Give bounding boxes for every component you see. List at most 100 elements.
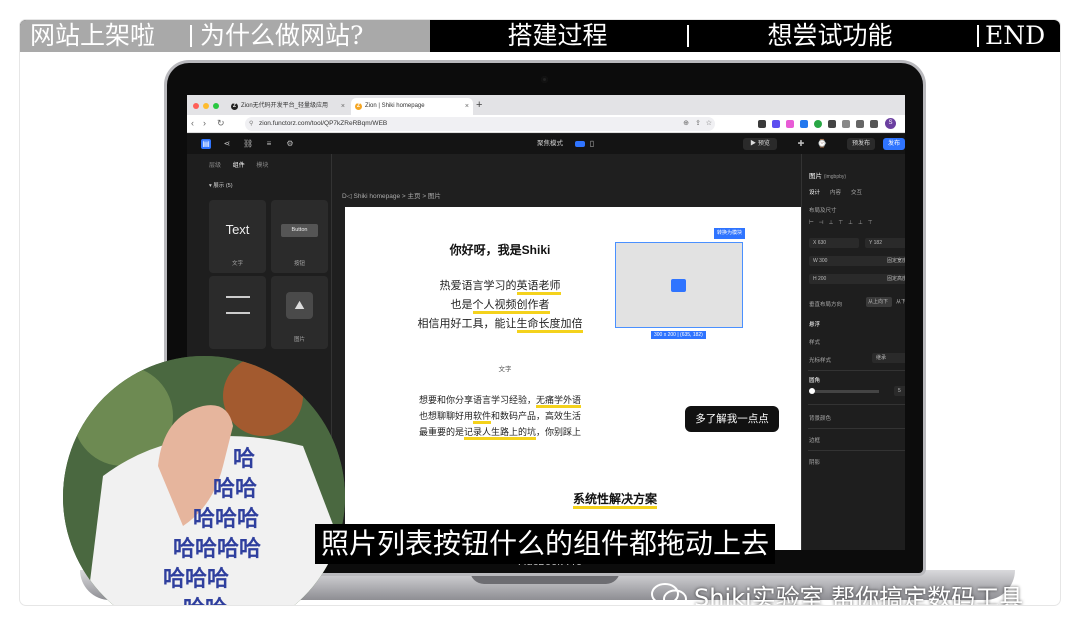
component-text[interactable]: Text 文字 xyxy=(209,200,266,273)
alignment-icons[interactable]: ⊢⊣⊥⊤⊥⊥⊤ xyxy=(809,220,878,226)
x-field[interactable]: X 630 xyxy=(809,238,859,248)
forward-icon[interactable]: › xyxy=(203,118,206,128)
intro-line[interactable]: 相信用好工具，能让生命长度加倍 xyxy=(380,315,620,333)
puzzle-icon[interactable] xyxy=(842,120,850,128)
hero-title[interactable]: 你好呀，我是Shiki xyxy=(440,241,560,258)
extension-icon[interactable] xyxy=(800,120,808,128)
float-label: 悬浮 xyxy=(809,322,821,328)
chapter-4[interactable]: 想尝试功能 xyxy=(685,20,975,52)
channel-watermark: Shiki实验室 帮你搞定数码工具 xyxy=(650,578,1023,605)
extension-icon[interactable] xyxy=(828,120,836,128)
radius-input[interactable]: 5 xyxy=(894,386,905,396)
chapter-5[interactable]: END xyxy=(975,20,1060,52)
style-label: 样式 xyxy=(809,340,821,346)
learn-more-button[interactable]: 多了解我一点点 xyxy=(685,406,779,432)
extension-icon[interactable] xyxy=(772,120,780,128)
slider-handle[interactable] xyxy=(809,388,815,394)
tab-content[interactable]: 内容 xyxy=(830,188,841,196)
history-icon[interactable]: ⌚ xyxy=(817,139,827,149)
pages-icon[interactable]: ▤ xyxy=(201,139,211,149)
tab-design[interactable]: 设计 xyxy=(809,188,820,196)
svg-text:哈哈: 哈哈 xyxy=(213,476,257,502)
wechat-icon xyxy=(651,582,687,605)
browser-tab-active[interactable]: Z Zion | Shiki homepage × xyxy=(351,98,473,115)
settings-gear-icon[interactable]: ⚙ xyxy=(285,139,295,149)
page-canvas[interactable]: 你好呀，我是Shiki 热爱语言学习的英语老师 也是个人视频创作者 相信用好工具… xyxy=(345,207,801,550)
bookmark-star-icon[interactable]: ☆ xyxy=(706,117,712,131)
text-component-label[interactable]: 文字 xyxy=(490,363,520,373)
background-color-label[interactable]: 背景颜色 xyxy=(809,414,831,422)
new-tab-icon[interactable]: + xyxy=(476,97,482,113)
extension-icon[interactable] xyxy=(786,120,794,128)
share-icon[interactable]: ⇪ xyxy=(695,117,701,131)
close-tab-icon[interactable]: × xyxy=(465,98,469,115)
close-window-icon[interactable] xyxy=(193,103,199,109)
list-icon xyxy=(226,296,250,314)
component-list[interactable] xyxy=(209,276,266,349)
zoom-window-icon[interactable] xyxy=(213,103,219,109)
breadcrumb[interactable]: D◁ Shiki homepage > 主页 > 图片 xyxy=(342,190,441,200)
intro-line[interactable]: 也是个人视频创作者 xyxy=(380,296,620,314)
collaborators-icon[interactable]: ✚ xyxy=(796,139,806,149)
divider xyxy=(808,404,905,405)
svg-text:哈哈哈: 哈哈哈 xyxy=(193,506,259,532)
camera-icon xyxy=(541,76,548,83)
component-image[interactable]: ⛰ 图片 xyxy=(271,276,328,349)
tab-layers[interactable]: 层级 xyxy=(209,163,221,169)
chapter-2[interactable]: 为什么做网站? xyxy=(190,20,430,52)
y-field[interactable]: Y 182 xyxy=(865,238,905,248)
prepublish-button[interactable]: 预发布 xyxy=(847,138,875,150)
tab-components[interactable]: 组件 xyxy=(233,163,245,169)
data-icon[interactable]: ≡ xyxy=(264,139,274,149)
mobile-device-icon[interactable]: ▯ xyxy=(587,139,597,149)
cursor-style-select[interactable]: 继承 xyxy=(872,353,905,363)
close-tab-icon[interactable]: × xyxy=(341,98,345,115)
site-info-icon[interactable]: ⚲ xyxy=(249,117,253,131)
direction-bottom-up[interactable]: 从下向上 xyxy=(894,297,905,307)
intro-line[interactable]: 热爱语言学习的英语老师 xyxy=(380,277,620,295)
selected-image-component[interactable] xyxy=(615,242,743,328)
zion-favicon-icon: Z xyxy=(355,103,362,110)
preview-button[interactable]: ▶ 预览 xyxy=(743,138,777,150)
svg-text:哈哈哈: 哈哈哈 xyxy=(163,566,229,592)
browser-tab[interactable]: Z Zion无代码开发平台_轻量级应用 × xyxy=(227,98,349,115)
paragraph-line[interactable]: 也想聊聊好用软件和数码产品，高效生活 xyxy=(380,408,620,424)
browser-tab-strip: Z Zion无代码开发平台_轻量级应用 × Z Zion | Shiki hom… xyxy=(187,95,905,115)
chapter-divider xyxy=(977,25,979,47)
chapter-1[interactable]: 网站上架啦 xyxy=(20,20,190,52)
border-label[interactable]: 边框 xyxy=(809,436,820,444)
extension-icon[interactable] xyxy=(814,120,822,128)
paragraph-line[interactable]: 最重要的是记录人生路上的坑，你别踩上 xyxy=(380,424,620,440)
extension-icon[interactable] xyxy=(758,120,766,128)
convert-to-module-badge[interactable]: 转换为模块 xyxy=(714,228,746,239)
sidebar-icon[interactable] xyxy=(870,120,878,128)
editor-toolbar: ▤ ⋖ ⛓ ≡ ⚙ 聚焦模式 ▯ ▶ 预览 ✚ ⌚ 预发布 发布 xyxy=(187,134,905,154)
reload-icon[interactable]: ↻ xyxy=(217,118,225,129)
section-heading[interactable]: 系统性解决方案 xyxy=(545,490,685,509)
shadow-label[interactable]: 阴影 xyxy=(809,458,820,466)
direction-top-down[interactable]: 从上向下 xyxy=(866,297,892,307)
chapter-3[interactable]: 搭建过程 xyxy=(430,20,685,52)
image-placeholder-icon xyxy=(671,279,686,292)
width-field[interactable]: W 300 固定宽度 xyxy=(809,256,905,266)
minimize-window-icon[interactable] xyxy=(203,103,209,109)
divider xyxy=(808,370,905,371)
tab-modules[interactable]: 模块 xyxy=(256,163,268,169)
component-panel-tabs: 层级 组件 模块 xyxy=(209,160,278,169)
chapter-divider xyxy=(190,25,192,47)
section-display[interactable]: ▾ 展示 (5) xyxy=(209,181,233,189)
tab-interaction[interactable]: 交互 xyxy=(851,188,862,196)
back-icon[interactable]: ‹ xyxy=(191,118,194,128)
publish-button[interactable]: 发布 xyxy=(883,138,905,150)
url-input[interactable]: ⚲ zion.functorz.com/tool/QP7kZReRBqm/WEB… xyxy=(245,117,715,131)
reading-list-icon[interactable] xyxy=(856,120,864,128)
link-icon[interactable]: ⛓ xyxy=(243,139,253,149)
device-icon[interactable] xyxy=(575,141,585,147)
component-button[interactable]: Button 按钮 xyxy=(271,200,328,273)
share-nodes-icon[interactable]: ⋖ xyxy=(222,139,232,149)
radius-slider[interactable] xyxy=(809,388,879,394)
zoom-icon[interactable]: ⊕ xyxy=(683,117,689,131)
paragraph-line[interactable]: 想要和你分享语言学习经验，无痛学外语 xyxy=(380,392,620,408)
profile-avatar[interactable]: S xyxy=(885,118,896,129)
height-field[interactable]: H 200 固定高度 xyxy=(809,274,905,284)
